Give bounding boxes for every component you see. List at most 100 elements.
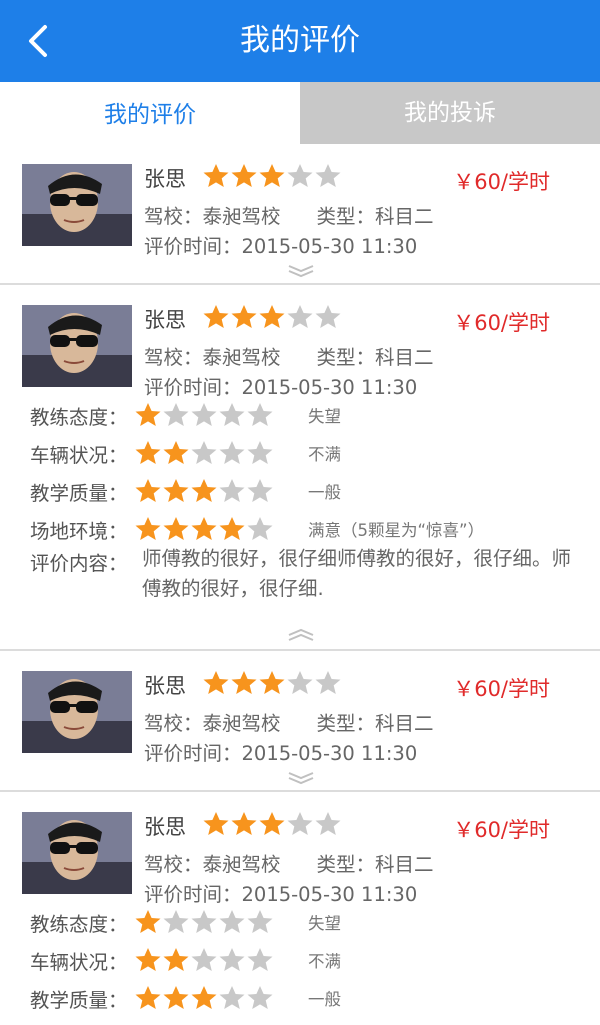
price-per-hour: ￥60/学时 [453, 677, 550, 701]
star-empty-icon [247, 441, 273, 464]
star-filled-icon [203, 164, 229, 187]
school-type-line: 驾校：泰昶驾校 类型：科目二 [144, 200, 434, 229]
overall-rating [202, 162, 342, 190]
rating-label: 场地环境： [30, 519, 128, 543]
star-filled-icon [135, 948, 161, 971]
star-empty-icon [247, 403, 273, 426]
rating-stars [134, 439, 290, 467]
time-value: 2015-05-30 11:30 [241, 742, 418, 765]
star-empty-icon [191, 910, 217, 933]
comment-label: 评价内容： [30, 552, 128, 575]
star-empty-icon [247, 479, 273, 502]
star-empty-icon [287, 812, 313, 835]
time-label: 评价时间： [144, 883, 242, 906]
price-per-hour: ￥60/学时 [453, 818, 550, 842]
star-filled-icon [231, 671, 257, 694]
overall-rating [202, 669, 342, 697]
review-card[interactable]: 张思 ￥60/学时 驾校：泰昶驾校 类型：科目二 评价时间：2015-05-30 … [0, 285, 600, 651]
rating-label: 教练态度： [30, 912, 128, 936]
review-card[interactable]: 张思 ￥60/学时 驾校：泰昶驾校 类型：科目二 评价时间：2015-05-30 … [0, 144, 600, 285]
review-card[interactable]: 张思 ￥60/学时 驾校：泰昶驾校 类型：科目二 评价时间：2015-05-30 … [0, 792, 600, 1025]
star-empty-icon [163, 403, 189, 426]
star-empty-icon [219, 986, 245, 1009]
star-filled-icon [259, 305, 285, 328]
avatar [22, 671, 132, 753]
tab-bar: 我的评价 我的投诉 [0, 82, 600, 144]
rating-row-vehicle: 车辆状况： 不满 [30, 945, 341, 975]
rating-row-teaching: 教学质量： 一般 [30, 476, 341, 506]
time-label: 评价时间： [144, 376, 242, 399]
coach-name: 张思 [144, 167, 186, 191]
star-empty-icon [247, 517, 273, 540]
star-filled-icon [163, 948, 189, 971]
star-filled-icon [135, 517, 161, 540]
chevron-down-double-icon[interactable] [287, 771, 315, 785]
star-filled-icon [259, 164, 285, 187]
star-empty-icon [191, 441, 217, 464]
top-bar: 我的评价 [0, 0, 600, 82]
review-time-line: 评价时间：2015-05-30 11:30 [144, 737, 417, 766]
overall-rating [202, 303, 342, 331]
review-time-line: 评价时间：2015-05-30 11:30 [144, 230, 417, 259]
tab-my-complaints[interactable]: 我的投诉 [300, 82, 600, 144]
star-empty-icon [219, 441, 245, 464]
overall-rating [202, 810, 342, 838]
type-label: 类型： [316, 205, 376, 228]
star-empty-icon [287, 164, 313, 187]
star-filled-icon [135, 403, 161, 426]
school-label: 驾校： [144, 712, 203, 735]
star-empty-icon [315, 671, 341, 694]
star-filled-icon [135, 441, 161, 464]
tab-my-reviews[interactable]: 我的评价 [0, 82, 300, 144]
rating-desc: 不满 [308, 445, 341, 464]
chevron-down-double-icon[interactable] [287, 264, 315, 278]
comment-text: 师傅教的很好，很仔细师傅教的很好，很仔细。师傅教的很好，很仔细. [142, 547, 572, 600]
star-filled-icon [135, 479, 161, 502]
avatar [22, 812, 132, 894]
coach-name: 张思 [144, 674, 186, 698]
star-filled-icon [163, 441, 189, 464]
star-empty-icon [315, 812, 341, 835]
type-value: 科目二 [375, 346, 434, 369]
review-card[interactable]: 张思 ￥60/学时 驾校：泰昶驾校 类型：科目二 评价时间：2015-05-30 … [0, 651, 600, 792]
school-type-line: 驾校：泰昶驾校 类型：科目二 [144, 848, 434, 877]
star-empty-icon [191, 403, 217, 426]
rating-label: 车辆状况： [30, 950, 128, 974]
type-value: 科目二 [375, 205, 434, 228]
rating-desc: 满意（5颗星为“惊喜”） [308, 521, 485, 540]
rating-stars [134, 946, 290, 974]
star-empty-icon [315, 164, 341, 187]
star-filled-icon [203, 671, 229, 694]
star-empty-icon [219, 910, 245, 933]
type-value: 科目二 [375, 853, 434, 876]
star-filled-icon [191, 517, 217, 540]
school-name: 泰昶驾校 [202, 853, 281, 876]
rating-stars [134, 401, 290, 429]
star-filled-icon [191, 986, 217, 1009]
review-list: 张思 ￥60/学时 驾校：泰昶驾校 类型：科目二 评价时间：2015-05-30 … [0, 144, 600, 1025]
page-title: 我的评价 [240, 23, 360, 58]
coach-name: 张思 [144, 308, 186, 332]
star-filled-icon [163, 986, 189, 1009]
chevron-up-double-icon[interactable] [287, 628, 315, 642]
star-empty-icon [191, 948, 217, 971]
rating-stars [134, 908, 290, 936]
star-empty-icon [247, 910, 273, 933]
coach-name: 张思 [144, 815, 186, 839]
time-value: 2015-05-30 11:30 [241, 883, 418, 906]
rating-desc: 失望 [308, 914, 341, 933]
rating-desc: 一般 [308, 483, 341, 502]
star-filled-icon [203, 305, 229, 328]
time-value: 2015-05-30 11:30 [241, 376, 418, 399]
rating-label: 车辆状况： [30, 443, 128, 467]
rating-row-coach-attitude: 教练态度： 失望 [30, 907, 341, 937]
rating-desc: 失望 [308, 407, 341, 426]
avatar [22, 305, 132, 387]
star-filled-icon [259, 812, 285, 835]
star-empty-icon [247, 948, 273, 971]
star-filled-icon [203, 812, 229, 835]
star-filled-icon [259, 671, 285, 694]
rating-stars [134, 515, 290, 543]
type-value: 科目二 [375, 712, 434, 735]
rating-desc: 不满 [308, 952, 341, 971]
